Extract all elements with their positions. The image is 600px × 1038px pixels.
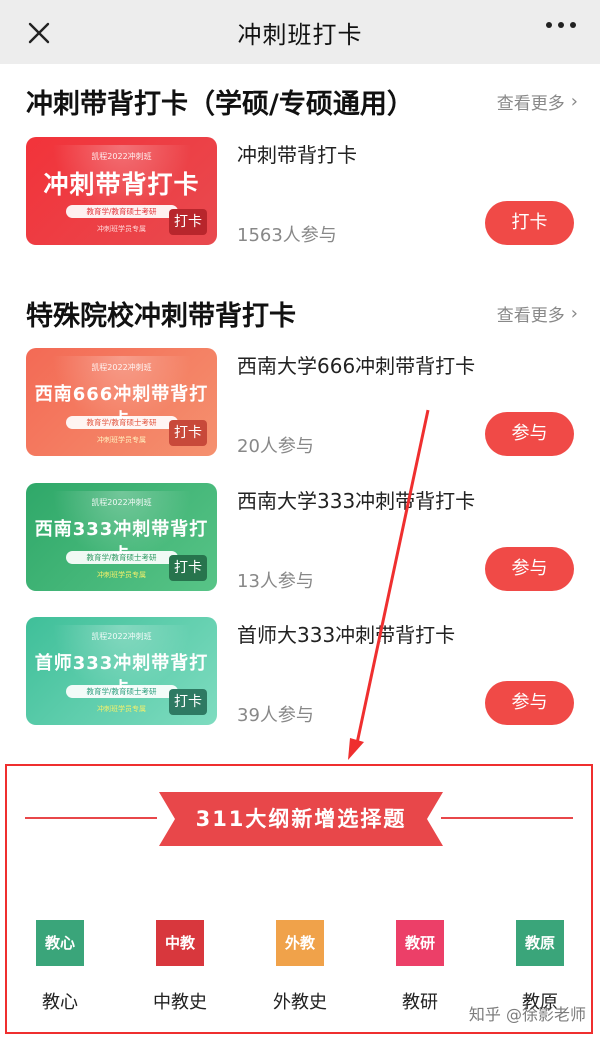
divider-right: [441, 817, 573, 819]
category-badge: 教心: [36, 920, 84, 966]
category-badge: 中教: [156, 920, 204, 966]
category-label: 外教史: [273, 992, 327, 1013]
category-jiaoyuan[interactable]: 教原 教原: [495, 920, 585, 1014]
promo-section: 311大纲新增选择题 教心 教心 中教 中教史 外教 外教史 教研 教研 教原 …: [5, 764, 593, 1034]
watermark: 知乎 @徐影老师: [468, 1005, 586, 1024]
category-jiaoxin[interactable]: 教心 教心: [15, 920, 105, 1014]
promo-banner-text: 311大纲新增选择题: [195, 807, 407, 831]
category-jiaoyan[interactable]: 教研 教研: [375, 920, 465, 1014]
category-label: 教心: [42, 992, 78, 1013]
divider-left: [25, 817, 157, 819]
category-waijiaoshi[interactable]: 外教 外教史: [255, 920, 345, 1014]
category-badge: 外教: [276, 920, 324, 966]
category-label: 教研: [402, 992, 438, 1013]
category-badge: 教原: [516, 920, 564, 966]
category-badge: 教研: [396, 920, 444, 966]
category-zhongjiaoshi[interactable]: 中教 中教史: [135, 920, 225, 1014]
category-label: 中教史: [153, 992, 207, 1013]
